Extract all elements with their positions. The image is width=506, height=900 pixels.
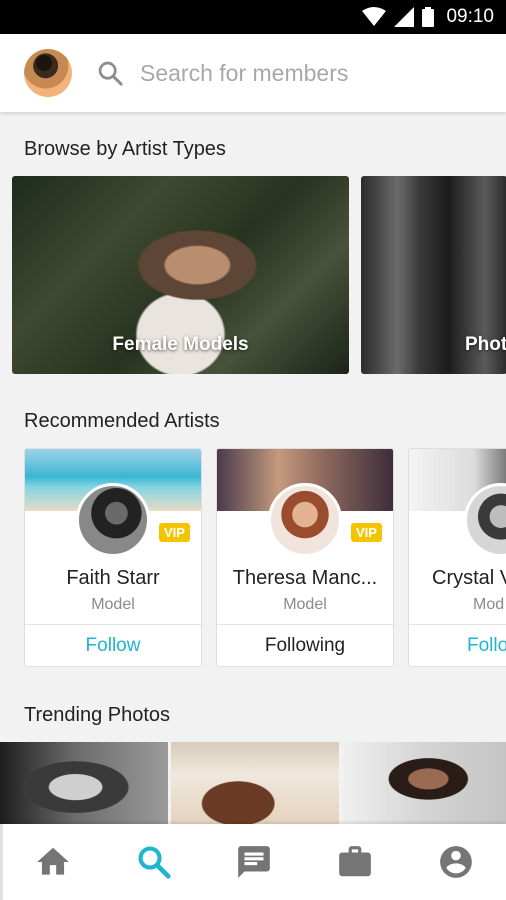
trending-photos-title: Trending Photos — [24, 704, 171, 726]
artist-type-card-photographers[interactable]: Phot — [361, 176, 506, 374]
artist-role: Mod — [473, 596, 505, 613]
trending-photos-grid — [0, 742, 506, 824]
trending-photo[interactable] — [342, 742, 506, 824]
artist-types-carousel[interactable]: Female Models Phot — [12, 176, 506, 374]
following-button[interactable]: Following — [217, 625, 393, 666]
header — [0, 34, 506, 112]
nav-search[interactable] — [124, 832, 184, 892]
artist-role: Model — [91, 596, 135, 613]
vip-badge: VIP — [351, 523, 382, 542]
artist-card-crystal[interactable]: Crystal V Mod Follo — [408, 448, 506, 667]
signal-icon — [394, 7, 415, 27]
nav-profile[interactable] — [426, 832, 486, 892]
artist-type-label: Female Models — [112, 334, 249, 355]
nav-messages[interactable] — [224, 832, 284, 892]
follow-button[interactable]: Follow — [25, 625, 201, 666]
artist-name: Crystal V — [432, 567, 506, 589]
artist-role: Model — [283, 596, 327, 613]
artist-type-label: Phot — [465, 334, 506, 355]
status-time: 09:10 — [446, 6, 494, 27]
artist-type-card-female-models[interactable]: Female Models — [12, 176, 349, 374]
search-bar[interactable] — [96, 59, 470, 87]
artist-card-theresa[interactable]: VIP Theresa Manc... Model Following — [216, 448, 394, 667]
user-avatar[interactable] — [24, 49, 72, 97]
artist-types-title: Browse by Artist Types — [24, 138, 226, 160]
search-input[interactable] — [140, 59, 470, 87]
recommended-artists-carousel[interactable]: VIP Faith Starr Model Follow VIP Theresa… — [24, 448, 506, 667]
recommended-artists-title: Recommended Artists — [24, 410, 220, 432]
search-icon — [138, 846, 171, 879]
home-icon — [37, 847, 70, 875]
nav-jobs[interactable] — [325, 832, 385, 892]
follow-button[interactable]: Follo — [409, 625, 506, 666]
artist-avatar[interactable] — [76, 483, 150, 557]
artist-card-faith-starr[interactable]: VIP Faith Starr Model Follow — [24, 448, 202, 667]
message-icon — [238, 846, 271, 878]
bottom-navigation — [0, 824, 506, 900]
trending-photo[interactable] — [0, 742, 168, 824]
battery-icon — [422, 7, 435, 27]
trending-photo[interactable] — [171, 742, 339, 824]
nav-home[interactable] — [23, 832, 83, 892]
status-bar: 09:10 — [0, 0, 506, 34]
wifi-icon — [362, 7, 387, 26]
account-icon — [439, 846, 472, 878]
vip-badge: VIP — [159, 523, 190, 542]
artist-avatar[interactable] — [268, 483, 342, 557]
briefcase-icon — [339, 846, 371, 877]
artist-name: Faith Starr — [66, 567, 160, 589]
search-icon[interactable] — [96, 59, 124, 87]
artist-name: Theresa Manc... — [232, 567, 378, 589]
